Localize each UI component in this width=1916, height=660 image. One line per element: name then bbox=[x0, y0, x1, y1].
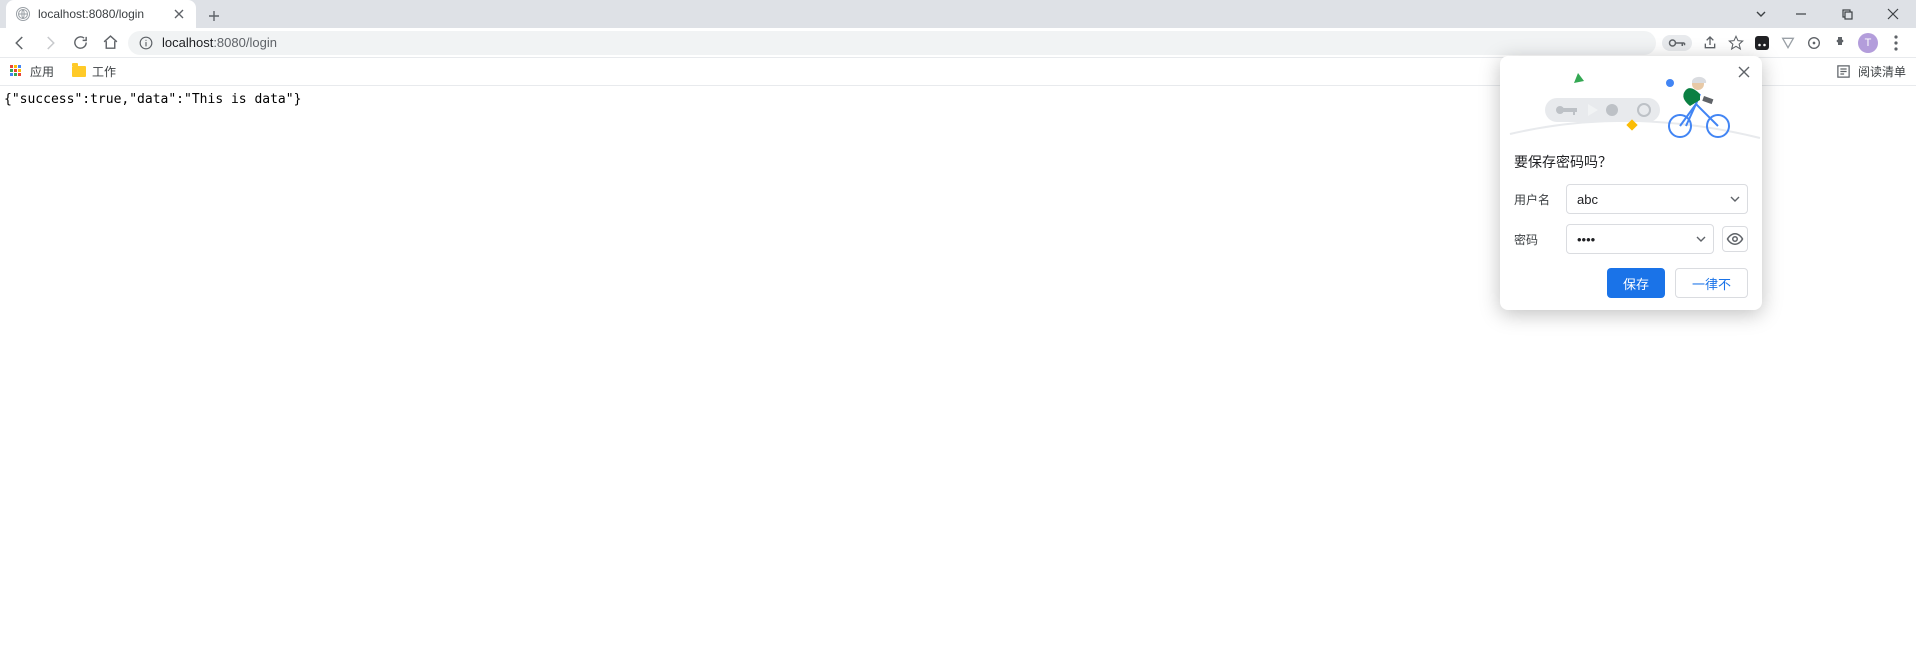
username-input[interactable] bbox=[1566, 184, 1748, 214]
new-tab-button[interactable] bbox=[202, 4, 226, 28]
menu-dots-icon[interactable] bbox=[1888, 35, 1904, 51]
folder-label: 工作 bbox=[92, 63, 116, 80]
maximize-button[interactable] bbox=[1824, 0, 1870, 28]
extension-target-icon[interactable] bbox=[1806, 35, 1822, 51]
password-label: 密码 bbox=[1514, 231, 1556, 248]
save-password-dialog: 要保存密码吗？ 用户名 密码 保存 一律不 bbox=[1500, 56, 1762, 310]
dialog-title: 要保存密码吗？ bbox=[1514, 152, 1748, 172]
save-button[interactable]: 保存 bbox=[1607, 268, 1665, 298]
username-label: 用户名 bbox=[1514, 191, 1556, 208]
minimize-button[interactable] bbox=[1778, 0, 1824, 28]
browser-tab[interactable]: localhost:8080/login bbox=[6, 0, 196, 28]
address-bar[interactable]: localhost:8080/login bbox=[128, 31, 1656, 55]
toolbar: localhost:8080/login T bbox=[0, 28, 1916, 58]
close-tab-icon[interactable] bbox=[172, 7, 186, 21]
tab-title: localhost:8080/login bbox=[38, 7, 164, 21]
apps-label: 应用 bbox=[30, 63, 54, 80]
never-button[interactable]: 一律不 bbox=[1675, 268, 1748, 298]
window-controls bbox=[1744, 0, 1916, 28]
show-password-icon[interactable] bbox=[1722, 226, 1748, 252]
share-icon[interactable] bbox=[1702, 35, 1718, 51]
tabs-dropdown-icon[interactable] bbox=[1744, 0, 1778, 28]
extensions-puzzle-icon[interactable] bbox=[1832, 35, 1848, 51]
back-button[interactable] bbox=[8, 31, 32, 55]
password-key-icon[interactable] bbox=[1662, 35, 1692, 51]
folder-icon bbox=[72, 66, 86, 77]
profile-avatar[interactable]: T bbox=[1858, 33, 1878, 53]
bookmark-folder-work[interactable]: 工作 bbox=[72, 63, 116, 80]
toolbar-right: T bbox=[1662, 33, 1908, 53]
url-text: localhost:8080/login bbox=[162, 35, 277, 50]
globe-icon bbox=[16, 7, 30, 21]
reading-list-icon bbox=[1836, 64, 1852, 80]
reading-list-label: 阅读清单 bbox=[1858, 63, 1906, 80]
reading-list-button[interactable]: 阅读清单 bbox=[1836, 63, 1906, 80]
tab-strip: localhost:8080/login bbox=[0, 0, 1916, 28]
extension-icon[interactable] bbox=[1754, 35, 1770, 51]
site-info-icon[interactable] bbox=[138, 35, 154, 51]
home-button[interactable] bbox=[98, 31, 122, 55]
apps-shortcut[interactable]: 应用 bbox=[10, 63, 54, 80]
password-input[interactable] bbox=[1566, 224, 1714, 254]
reload-button[interactable] bbox=[68, 31, 92, 55]
close-window-button[interactable] bbox=[1870, 0, 1916, 28]
dialog-illustration bbox=[1500, 56, 1762, 146]
bookmark-star-icon[interactable] bbox=[1728, 35, 1744, 51]
forward-button[interactable] bbox=[38, 31, 62, 55]
extension-v-icon[interactable] bbox=[1780, 35, 1796, 51]
apps-grid-icon bbox=[10, 65, 24, 79]
